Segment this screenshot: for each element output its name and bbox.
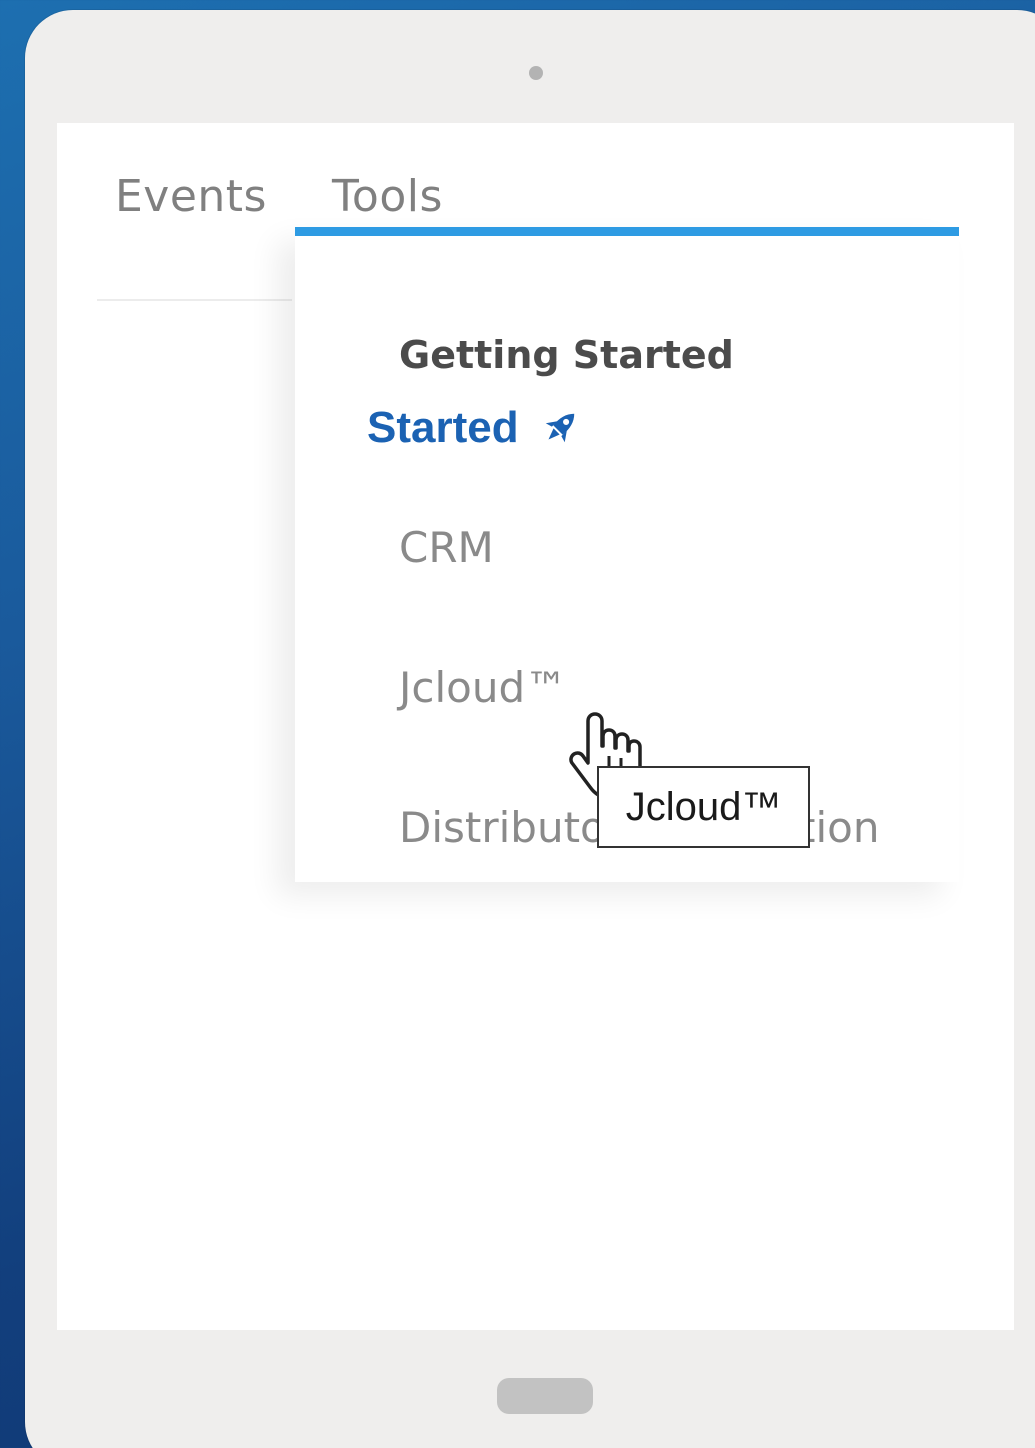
menu-item-crm[interactable]: CRM (399, 523, 494, 572)
rocket-icon (545, 413, 574, 443)
getting-started-link[interactable]: Started (367, 403, 583, 453)
dropdown-heading: Getting Started (399, 333, 734, 377)
tablet-frame: Events Tools Getting Started Started CRM… (25, 10, 1035, 1448)
home-button[interactable] (497, 1378, 593, 1414)
menu-item-jcloud[interactable]: Jcloud™ (399, 663, 567, 712)
nav-divider (97, 299, 292, 301)
screen: Events Tools Getting Started Started CRM… (57, 123, 1014, 1330)
tooltip: Jcloud™ (597, 766, 810, 848)
started-label: Started (367, 403, 519, 452)
camera-dot (529, 66, 543, 80)
nav-events[interactable]: Events (115, 171, 267, 222)
dropdown-accent-bar (295, 227, 959, 236)
tooltip-text: Jcloud™ (625, 784, 782, 829)
nav-tools[interactable]: Tools (332, 171, 443, 222)
